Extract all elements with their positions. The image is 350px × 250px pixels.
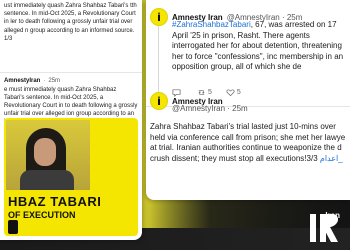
right-tweet-thread-card[interactable]: Amnesty Iran @AmnestyIran · 25m #ZahraSh…: [146, 0, 350, 200]
candle-icon: [158, 96, 160, 105]
tweet-author-row: AmnestyIran · 25m: [4, 76, 60, 86]
portrait-shirt: [20, 170, 74, 190]
author-separator: ·: [43, 78, 46, 84]
tweet2-body: Zahra Shahbaz Tabari's trial lasted just…: [150, 122, 346, 163]
tweet2-handle-row: @AmnestyIran · 25m: [172, 104, 248, 113]
amnesty-avatar[interactable]: [150, 8, 168, 26]
thread-connector-line: [158, 24, 159, 96]
tweet1-text: #ZahraShahbazTabari, 67, was arrested on…: [172, 20, 350, 73]
heart-icon: [226, 89, 235, 97]
divider: [0, 72, 142, 73]
tweet-time[interactable]: 25m: [48, 78, 60, 84]
hashtag-rtl-link[interactable]: اعدام_: [320, 154, 343, 163]
previous-tweet-text: ust immediately quash Zahra Shahbaz Taba…: [4, 3, 137, 42]
like-button[interactable]: 5: [226, 88, 241, 97]
author-name[interactable]: AmnestyIran: [4, 78, 40, 84]
poster-headline: HBAZ TABARI: [8, 194, 102, 209]
iran-international-logo-icon: [310, 214, 339, 242]
tweet2-handle[interactable]: @AmnestyIran · 25m: [172, 104, 248, 113]
hashtag-link[interactable]: #ZahraShahbazTabari: [172, 20, 251, 29]
candle-icon: [158, 12, 160, 21]
tweet2-text: Zahra Shahbaz Tabari's trial lasted just…: [150, 122, 348, 164]
amnesty-avatar-2[interactable]: [150, 92, 168, 110]
campaign-poster-image[interactable]: HBAZ TABARI OF EXECUTION: [4, 118, 138, 236]
portrait-face: [34, 138, 56, 166]
poster-subheadline: OF EXECUTION: [8, 210, 76, 220]
amnesty-candle-logo-icon: [8, 220, 18, 234]
like-count: 5: [236, 89, 241, 96]
left-tweet-card[interactable]: ust immediately quash Zahra Shahbaz Taba…: [0, 0, 142, 240]
